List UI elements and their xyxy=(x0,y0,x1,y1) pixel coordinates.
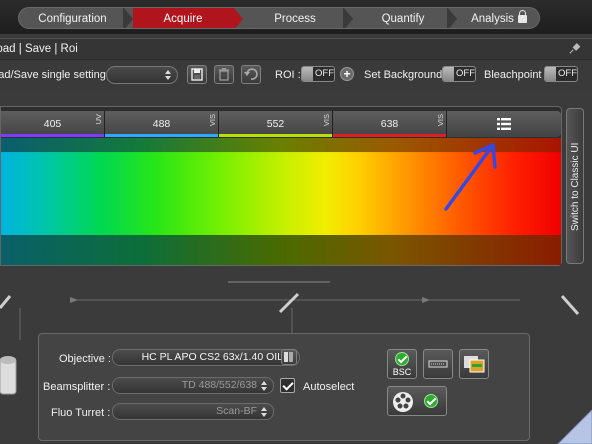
workflow-separator xyxy=(343,8,353,28)
workflow-step-label: Quantify xyxy=(381,13,425,25)
laser-color-line xyxy=(105,134,218,137)
annotation-arrow-icon xyxy=(444,143,497,211)
set-background-label: Set Background : xyxy=(364,69,449,81)
laser-405[interactable]: 405 UV xyxy=(1,111,105,137)
delete-setting-button[interactable] xyxy=(214,65,234,84)
toggle-knob xyxy=(545,67,556,81)
bleachpoint-label: Bleachpoint : xyxy=(484,69,548,81)
laser-color-line xyxy=(333,134,446,137)
load-save-header: Load | Save | Roi xyxy=(0,38,592,60)
objective-label: Objective : xyxy=(59,353,111,365)
objective-settings-button[interactable] xyxy=(281,349,297,365)
workflow-separator-active xyxy=(233,8,243,28)
roi-toggle[interactable]: OFF xyxy=(301,66,335,82)
trash-icon xyxy=(219,68,229,81)
check-icon xyxy=(424,394,438,408)
scan-field-button[interactable] xyxy=(423,349,453,379)
updown-icon xyxy=(261,407,267,417)
corner-triangle-icon xyxy=(557,410,592,444)
workflow-step-analysis[interactable]: Analysis xyxy=(457,8,539,28)
laser-wavelength: 405 xyxy=(43,118,62,130)
switch-to-classic-ui-label: Switch to Classic UI xyxy=(570,142,581,232)
workflow-step-label: Analysis xyxy=(471,13,514,25)
workflow-bar: Configuration Acquire Process Quantify A… xyxy=(0,0,592,34)
laser-type: VIS xyxy=(322,114,331,127)
laser-color-line xyxy=(219,134,332,137)
image-settings-icon xyxy=(464,356,485,373)
lock-icon xyxy=(517,10,527,23)
setting-dropdown[interactable] xyxy=(106,66,178,84)
detector-icon xyxy=(0,356,17,395)
laser-552[interactable]: 552 VIS xyxy=(219,111,333,137)
workflow-separator xyxy=(123,8,133,28)
objective-icon xyxy=(284,352,293,362)
load-save-settings-row: Load/Save single setting : ROI : OFF + S… xyxy=(0,60,592,90)
toggle-knob xyxy=(443,67,454,81)
pin-icon[interactable] xyxy=(570,44,580,54)
fluo-turret-label: Fluo Turret : xyxy=(51,407,111,419)
undo-icon xyxy=(244,68,258,80)
updown-icon xyxy=(261,381,267,391)
roi-label: ROI : xyxy=(275,69,301,81)
set-background-toggle[interactable]: OFF xyxy=(442,66,476,82)
bleachpoint-toggle-text: OFF xyxy=(558,68,577,79)
optics-settings-panel: Objective : HC PL APO CS2 63x/1.40 OIL B… xyxy=(38,333,530,441)
autoselect-label: Autoselect xyxy=(303,381,355,393)
laser-type: VIS xyxy=(436,114,445,127)
updown-icon xyxy=(165,70,171,80)
laser-638[interactable]: 638 VIS xyxy=(333,111,447,137)
autoselect-checkbox[interactable] xyxy=(280,378,295,393)
beamsplitter-dropdown[interactable]: TD 488/552/638 xyxy=(112,377,274,394)
laser-color-line xyxy=(1,134,104,137)
workflow-step-configuration[interactable]: Configuration xyxy=(19,8,126,28)
workflow-track: Configuration Acquire Process Quantify A… xyxy=(18,7,540,29)
workflow-separator xyxy=(447,8,457,28)
laser-type: VIS xyxy=(208,114,217,127)
beamsplitter-label: Beamsplitter : xyxy=(43,381,111,393)
beamsplitter-value: TD 488/552/638 xyxy=(181,379,257,391)
floppy-disk-icon xyxy=(191,68,203,81)
setting-label: Load/Save single setting : xyxy=(0,69,112,81)
laser-488[interactable]: 488 VIS xyxy=(105,111,219,137)
plus-icon: + xyxy=(343,67,351,81)
laser-type: UV xyxy=(94,114,103,125)
objective-value: HC PL APO CS2 63x/1.40 OIL xyxy=(141,351,283,363)
filter-wheel-button[interactable] xyxy=(387,386,447,416)
workflow-step-label: Acquire xyxy=(163,13,203,25)
filter-wheel-icon xyxy=(393,392,413,412)
workflow-step-label: Process xyxy=(274,13,316,25)
add-roi-button[interactable]: + xyxy=(340,67,354,81)
load-save-title: Load | Save | Roi xyxy=(0,43,78,55)
toggle-knob xyxy=(302,67,313,81)
laser-wavelength: 638 xyxy=(380,118,399,130)
set-background-toggle-text: OFF xyxy=(456,68,475,79)
workflow-step-process[interactable]: Process xyxy=(243,8,347,28)
laser-wavelength: 488 xyxy=(152,118,171,130)
objective-dropdown[interactable]: HC PL APO CS2 63x/1.40 OIL xyxy=(112,349,300,366)
spectrum-bottom-strip xyxy=(1,235,561,265)
save-setting-button[interactable] xyxy=(187,65,207,84)
beam-path xyxy=(0,281,580,340)
undo-setting-button[interactable] xyxy=(241,65,261,84)
image-settings-button[interactable] xyxy=(459,349,489,379)
fluo-turret-dropdown[interactable]: Scan-BF xyxy=(112,403,274,420)
roi-toggle-text: OFF xyxy=(315,68,334,79)
bsc-button[interactable]: BSC xyxy=(387,349,417,379)
fluo-turret-value: Scan-BF xyxy=(216,405,257,417)
switch-to-classic-ui-button[interactable]: Switch to Classic UI xyxy=(566,108,584,264)
workflow-step-quantify[interactable]: Quantify xyxy=(353,8,453,28)
bleachpoint-toggle[interactable]: OFF xyxy=(544,66,578,82)
workflow-step-label: Configuration xyxy=(38,13,107,25)
check-icon xyxy=(395,352,409,366)
spectrum-panel: 405 UV 488 VIS 552 VIS 638 VIS xyxy=(0,106,562,266)
workflow-step-acquire[interactable]: Acquire xyxy=(133,8,233,28)
bsc-label: BSC xyxy=(392,367,412,377)
laser-wavelength: 552 xyxy=(266,118,285,130)
scan-field-icon xyxy=(428,360,448,368)
